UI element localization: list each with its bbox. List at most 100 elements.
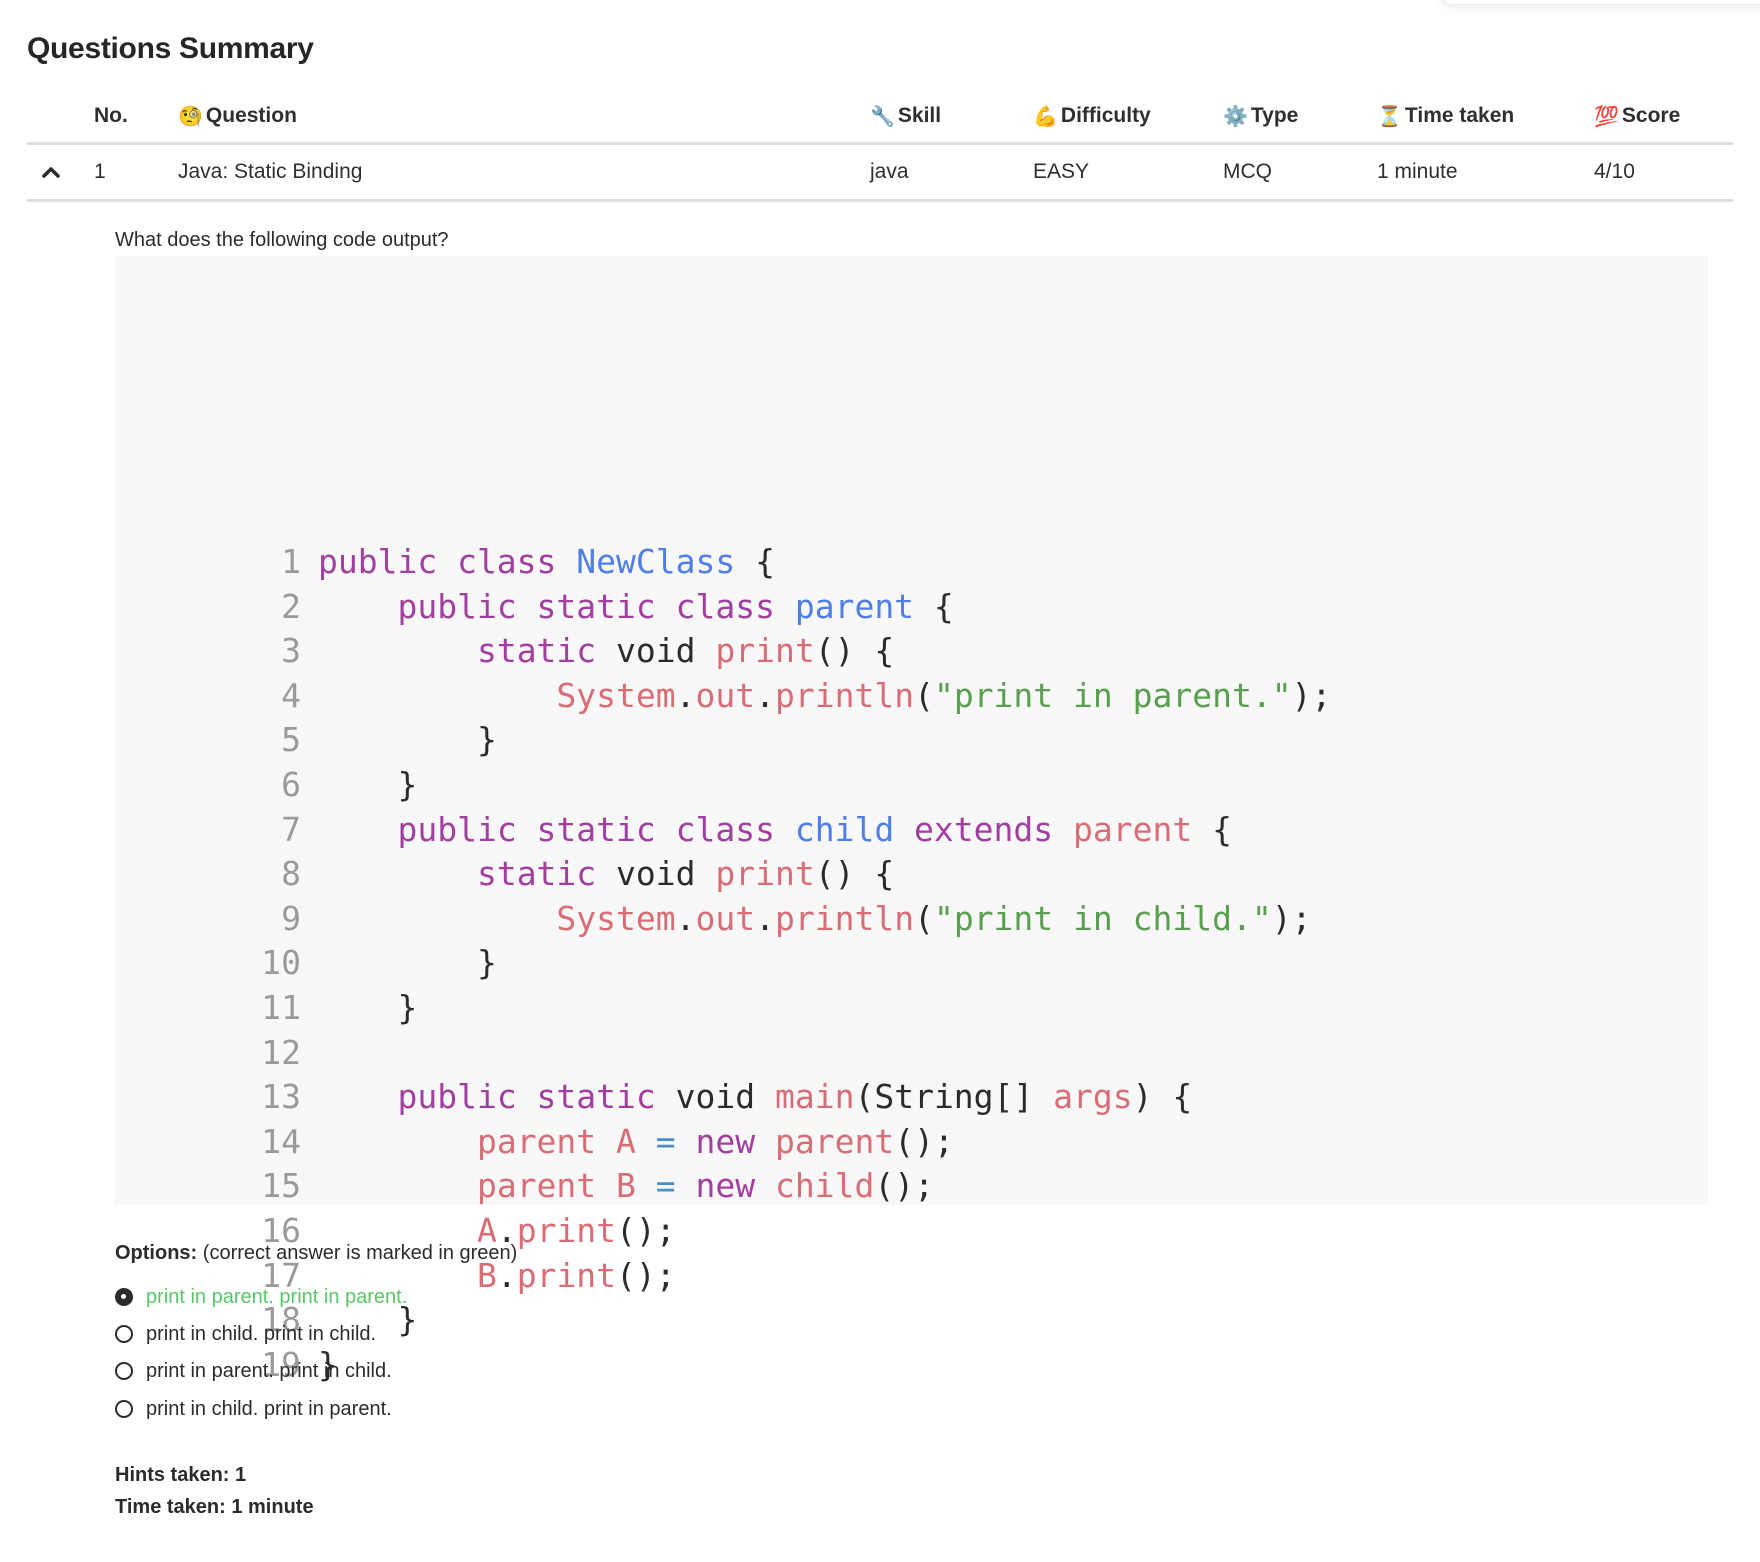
code-token: () {: [814, 631, 895, 671]
column-header-score: 💯 Score: [1594, 104, 1681, 128]
code-token: .: [755, 675, 775, 715]
code-token: void: [616, 631, 716, 671]
line-number: 14: [261, 1121, 301, 1161]
cell-difficulty: EASY: [1033, 160, 1090, 183]
option-2[interactable]: print in child. print in child.: [115, 1319, 376, 1349]
code-token: .: [675, 675, 696, 715]
radio-button[interactable]: [115, 1400, 133, 1418]
option-3[interactable]: print in parent. print in child.: [115, 1356, 392, 1386]
table-row[interactable]: 1 Java: Static Binding java EASY MCQ 1 m…: [27, 145, 1733, 202]
line-number: 13: [261, 1077, 301, 1117]
radio-button[interactable]: [115, 1362, 133, 1380]
line-number: 2: [281, 586, 301, 626]
column-header-no: No.: [94, 104, 128, 127]
column-header-type: ⚙️ Type: [1223, 104, 1299, 128]
code-token: print: [715, 854, 815, 894]
code-token: parent: [1073, 809, 1193, 849]
gear-icon: ⚙️: [1223, 105, 1248, 128]
line-number: 7: [281, 809, 301, 849]
code-token: extends: [894, 809, 1073, 849]
code-token: public class: [318, 542, 577, 581]
code-token: public static class: [397, 809, 795, 849]
code-line: 4 System.out.println("print in parent.")…: [115, 674, 1331, 718]
line-number: 1: [281, 542, 301, 581]
question-prompt: What does the following code output?: [115, 229, 449, 251]
option-text: print in parent. print in parent.: [146, 1285, 408, 1308]
code-token: static: [476, 631, 617, 671]
cell-type: MCQ: [1223, 160, 1272, 183]
code-line: 2 public static class parent {: [115, 585, 954, 629]
radio-button[interactable]: [115, 1288, 133, 1306]
cell-score: 4/10: [1594, 160, 1635, 183]
code-token: ();: [616, 1255, 676, 1295]
code-token: new: [675, 1166, 775, 1206]
code-token: parent: [794, 586, 915, 626]
code-token: NewClass: [576, 542, 736, 581]
code-token: (: [914, 898, 934, 938]
code-token: println: [775, 898, 915, 938]
code-line: 10 }: [115, 941, 497, 985]
collapse-row-button[interactable]: [41, 145, 61, 199]
line-number: 4: [281, 675, 301, 715]
code-token: {: [735, 542, 775, 581]
option-4[interactable]: print in child. print in parent.: [115, 1394, 392, 1424]
code-token: System: [556, 675, 676, 715]
radio-button[interactable]: [115, 1325, 133, 1343]
code-token: {: [914, 586, 954, 626]
line-number: 8: [281, 854, 301, 894]
code-token: print: [516, 1255, 617, 1295]
options-heading: Options:: [115, 1242, 198, 1264]
option-1[interactable]: print in parent. print in parent.: [115, 1282, 407, 1312]
code-token: void: [675, 1077, 775, 1117]
line-number: 11: [261, 988, 301, 1027]
code-token: parent: [774, 1121, 895, 1161]
code-token: static: [476, 854, 617, 894]
code-token: (String[]: [854, 1077, 1054, 1117]
column-header-difficulty: 💪 Difficulty: [1033, 104, 1151, 128]
cell-skill: java: [870, 160, 909, 183]
code-token: ();: [874, 1166, 934, 1206]
code-token: args: [1053, 1077, 1133, 1117]
code-line: 15 parent B = new child();: [115, 1164, 934, 1208]
code-token: (: [914, 675, 934, 715]
code-token: );: [1271, 898, 1312, 938]
line-number: 9: [281, 898, 301, 938]
code-token: ();: [616, 1211, 676, 1250]
page-title: Questions Summary: [27, 32, 314, 65]
code-token: out: [695, 898, 756, 938]
code-token: .: [675, 898, 696, 938]
wrench-icon: 🔧: [870, 105, 895, 128]
code-token: }: [318, 765, 418, 804]
code-token: print: [715, 631, 815, 671]
code-token: }: [318, 943, 497, 983]
chevron-up-icon: [42, 167, 60, 178]
cell-question: Java: Static Binding: [178, 160, 363, 183]
line-number: 6: [281, 765, 301, 804]
line-number: 12: [261, 1032, 301, 1072]
code-token: public static class: [397, 586, 795, 626]
code-line: 3 static void print() {: [115, 629, 894, 673]
code-token: =: [655, 1166, 676, 1206]
monocle-face-icon: 🧐: [178, 105, 203, 128]
code-token: "print in parent.": [933, 675, 1292, 715]
line-number: 5: [281, 720, 301, 760]
code-line: 9 System.out.println("print in child.");: [115, 897, 1311, 941]
time-taken-summary: Time taken: 1 minute: [115, 1496, 314, 1518]
code-token: () {: [814, 854, 895, 894]
code-token: ();: [894, 1121, 954, 1161]
questions-table: No. 🧐 Question 🔧 Skill 💪 Difficulty ⚙️ T…: [27, 90, 1733, 202]
cell-no: 1: [94, 160, 106, 183]
code-token: new: [675, 1121, 775, 1161]
column-header-skill: 🔧 Skill: [870, 104, 942, 128]
code-line: 11 }: [115, 986, 417, 1030]
code-token: }: [318, 988, 418, 1027]
code-token: child: [774, 1166, 875, 1206]
code-token: =: [655, 1121, 676, 1161]
